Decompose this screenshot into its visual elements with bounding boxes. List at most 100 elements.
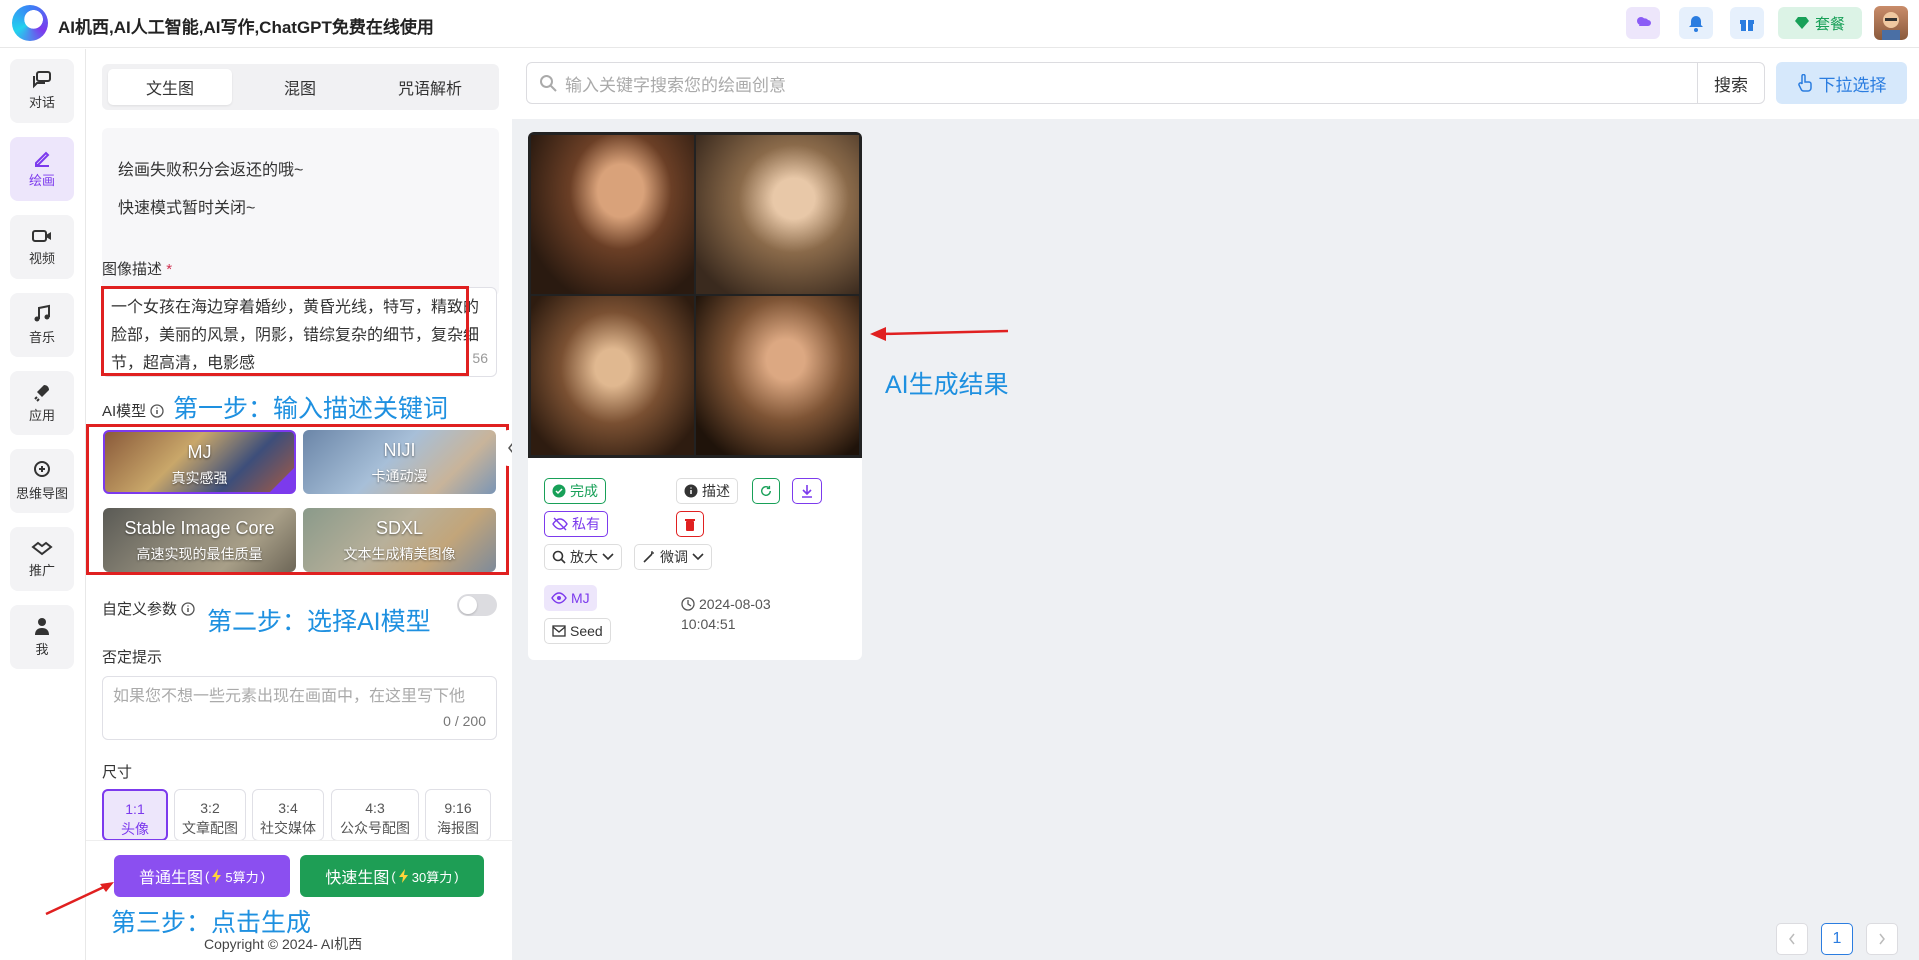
eye-off-icon <box>552 517 568 531</box>
model-badge: MJ <box>544 585 597 611</box>
custom-params-toggle[interactable] <box>457 594 497 616</box>
bell-icon <box>1689 16 1703 32</box>
created-time: 2024-08-03 10:04:51 <box>681 596 771 632</box>
highlight-box-model <box>86 424 509 575</box>
negative-label: 否定提示 <box>102 649 163 666</box>
seed-button[interactable]: Seed <box>544 618 611 644</box>
mail-icon <box>552 625 566 637</box>
video-icon <box>32 230 51 242</box>
describe-button[interactable]: 描述 <box>676 478 738 504</box>
arrow-to-result <box>870 327 1008 341</box>
zoom-dropdown[interactable]: 放大 <box>544 544 622 570</box>
annotation-step2: 第二步：选择AI模型 <box>207 608 431 636</box>
private-badge[interactable]: 私有 <box>544 511 608 537</box>
size-option-4-3[interactable]: 4:3 公众号配图 <box>331 789 419 841</box>
plan-label: 套餐 <box>1814 15 1845 33</box>
copyright: Copyright © 2024- AI机西 <box>204 936 363 952</box>
nav-apps[interactable]: 应用 <box>10 371 74 435</box>
generated-image-4[interactable] <box>696 296 859 455</box>
fast-generate-button[interactable]: 快速生图( 30算力) <box>300 855 484 897</box>
delete-button[interactable] <box>676 511 704 537</box>
negative-count: 0 / 200 <box>443 713 486 729</box>
nav-promotion[interactable]: 推广 <box>10 527 74 591</box>
tab-prompt-analysis[interactable]: 咒语解析 <box>368 69 492 105</box>
search-icon <box>540 75 557 92</box>
nav-video[interactable]: 视频 <box>10 215 74 279</box>
size-option-3-4[interactable]: 3:4 社交媒体 <box>252 789 324 841</box>
pager-prev-button[interactable] <box>1776 923 1808 955</box>
model-label: AI模型 <box>102 400 164 421</box>
annotation-step1: 第一步：输入描述关键词 <box>173 395 449 423</box>
size-option-3-2[interactable]: 3:2 文章配图 <box>174 789 246 841</box>
download-icon <box>802 485 812 498</box>
weather-theme-icon <box>1637 17 1651 26</box>
tweak-dropdown[interactable]: 微调 <box>634 544 712 570</box>
lightning-icon <box>398 869 408 883</box>
rocket-icon <box>34 385 49 402</box>
arrow-to-generate <box>45 882 114 916</box>
mode-tabs: 文生图 混图 咒语解析 <box>102 64 499 110</box>
custom-params-label: 自定义参数 <box>102 598 195 619</box>
size-option-9-16[interactable]: 9:16 海报图 <box>425 789 491 841</box>
nav-draw[interactable]: 绘画 <box>10 137 74 201</box>
app-logo[interactable] <box>12 5 48 41</box>
trash-icon <box>685 519 695 531</box>
eye-icon <box>551 592 567 604</box>
nav-music[interactable]: 音乐 <box>10 293 74 357</box>
plan-button[interactable]: 套餐 <box>1778 7 1862 39</box>
size-label: 尺寸 <box>102 764 133 781</box>
search-icon <box>552 550 566 564</box>
info-icon[interactable] <box>150 403 164 418</box>
generated-image-2[interactable] <box>696 135 859 294</box>
lightning-icon <box>212 869 222 883</box>
nav-mindmap[interactable]: 思维导图 <box>10 449 74 513</box>
gift-icon <box>1740 20 1754 31</box>
download-button[interactable] <box>792 478 822 504</box>
chevron-right-icon <box>1879 933 1885 945</box>
status-badge: 完成 <box>544 478 606 504</box>
brush-icon <box>35 151 50 167</box>
normal-generate-button[interactable]: 普通生图( 5算力) <box>114 855 290 897</box>
notice-line-1: 绘画失败积分会返还的哦~ <box>118 162 304 179</box>
search-input[interactable]: 输入关键字搜索您的绘画创意 <box>526 62 1699 104</box>
prompt-label: 图像描述 * <box>102 261 173 278</box>
negative-prompt-input[interactable]: 如果您不想一些元素出现在画面中，在这里写下他 0 / 200 <box>102 676 497 740</box>
regenerate-button[interactable] <box>752 478 780 504</box>
info-icon[interactable] <box>181 601 195 616</box>
chevron-down-icon <box>692 553 704 561</box>
prompt-count: 56 <box>472 350 488 366</box>
generated-image-1[interactable] <box>531 135 694 294</box>
notification-button[interactable] <box>1679 7 1713 39</box>
chevron-down-icon <box>602 553 614 561</box>
brain-icon <box>34 461 50 477</box>
dropdown-select-button[interactable]: 下拉选择 <box>1776 62 1907 104</box>
diamond-icon <box>1794 17 1809 29</box>
pager-next-button[interactable] <box>1866 923 1898 955</box>
tab-blend[interactable]: 混图 <box>238 69 362 105</box>
pager-page-1[interactable]: 1 <box>1821 923 1853 955</box>
tab-text-to-image[interactable]: 文生图 <box>108 69 232 105</box>
app-title: AI机西,AI人工智能,AI写作,ChatGPT免费在线使用 <box>58 18 434 37</box>
search-placeholder: 输入关键字搜索您的绘画创意 <box>565 75 786 95</box>
generated-image-grid[interactable] <box>528 132 862 458</box>
handshake-icon <box>31 541 53 556</box>
search-button[interactable]: 搜索 <box>1697 62 1765 104</box>
check-circle-icon <box>552 484 566 498</box>
nav-chat[interactable]: 对话 <box>10 59 74 123</box>
theme-toggle-button[interactable] <box>1626 7 1660 39</box>
refresh-icon <box>761 485 771 496</box>
magic-wand-icon <box>643 551 654 563</box>
highlight-box-prompt <box>101 286 469 376</box>
user-avatar[interactable] <box>1874 6 1908 40</box>
side-nav: 对话 绘画 视频 音乐 应用 思维导图 推广 我 <box>0 49 86 960</box>
clock-icon <box>681 597 695 611</box>
gift-button[interactable] <box>1730 7 1764 39</box>
annotation-result: AI生成结果 <box>885 371 1009 399</box>
negative-placeholder: 如果您不想一些元素出现在画面中，在这里写下他 <box>113 688 466 705</box>
music-icon <box>34 304 50 322</box>
generated-image-3[interactable] <box>531 296 694 455</box>
result-card: 完成 描述 私有 放大 微调 MJ Seed 2024-08-03 10:04:… <box>528 132 862 660</box>
nav-me[interactable]: 我 <box>10 605 74 669</box>
top-bar: AI机西,AI人工智能,AI写作,ChatGPT免费在线使用 套餐 <box>0 0 1919 48</box>
size-option-1-1[interactable]: 1:1 头像 <box>102 789 168 841</box>
